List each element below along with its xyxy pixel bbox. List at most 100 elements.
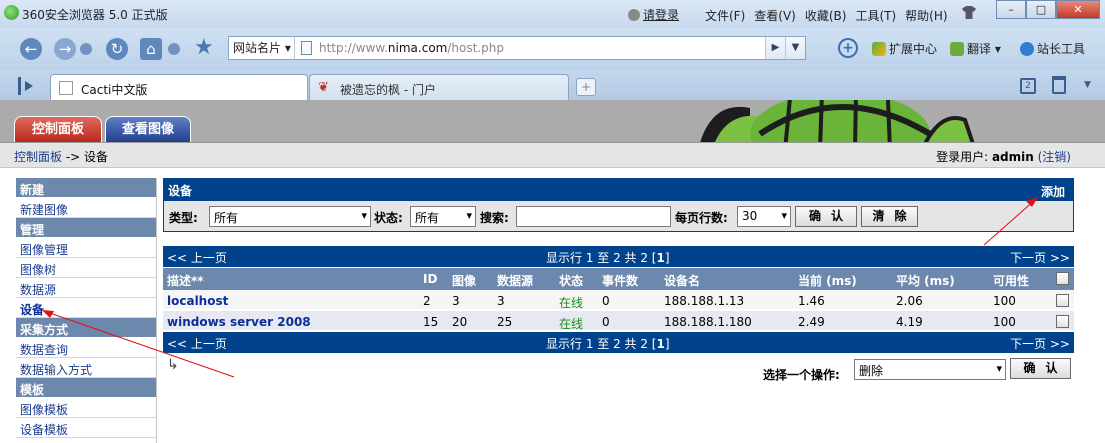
col-current-ms[interactable]: 当前 (ms) (798, 272, 857, 289)
extension-icon (872, 42, 886, 56)
trash-icon[interactable] (1052, 76, 1066, 94)
pager-info: 显示行 1 至 2 共 2 [1] (546, 335, 670, 352)
prev-page-link[interactable]: << 上一页 (167, 335, 227, 352)
tab-graphs[interactable]: 查看图像 (105, 116, 191, 142)
menu-link[interactable]: 设备模板 (20, 423, 68, 437)
col-hostname[interactable]: 设备名 (664, 272, 700, 289)
clear-button[interactable]: 清除 (861, 206, 918, 227)
menu-link[interactable]: 图像管理 (20, 243, 68, 257)
menu-item-devices[interactable]: 设备 (16, 298, 156, 318)
action-select[interactable]: 删除 (854, 359, 1006, 380)
menu-link[interactable]: 新建图像 (20, 203, 68, 217)
menu-bar: 文件(F) 查看(V) 收藏(B) 工具(T) 帮助(H) (705, 7, 957, 24)
cell-id: 15 (423, 315, 439, 329)
row-checkbox[interactable] (1056, 315, 1069, 328)
breadcrumb-console-link[interactable]: 控制面板 (14, 150, 62, 164)
refresh-icon[interactable]: ↻ (106, 38, 128, 60)
forward-arrow-icon[interactable]: → (54, 38, 76, 60)
address-bar[interactable]: 网站名片 ▾ http://www.nima.com/host.php ▼ ▶ (228, 36, 806, 60)
filter-header: 设备 添加 (164, 179, 1073, 201)
history-dropdown-icon[interactable] (80, 43, 92, 55)
address-dropdown-icon[interactable]: ▼ (785, 37, 805, 59)
device-description-link[interactable]: windows server 2008 (167, 315, 311, 329)
col-availability[interactable]: 可用性 (993, 272, 1029, 289)
site-card-button[interactable]: 网站名片 ▾ (229, 37, 295, 59)
col-data-sources[interactable]: 数据源 (497, 272, 533, 289)
home-icon[interactable]: ⌂ (140, 38, 162, 60)
menu-item-data-queries[interactable]: 数据查询 (16, 338, 156, 358)
table-row[interactable]: windows server 2008 15 20 25 在线 0 188.18… (163, 311, 1074, 331)
menu-help[interactable]: 帮助(H) (905, 9, 947, 23)
close-button[interactable]: ✕ (1056, 0, 1100, 19)
menu-item-graph-trees[interactable]: 图像树 (16, 258, 156, 278)
search-label: 搜索: (480, 211, 509, 225)
row-checkbox[interactable] (1056, 294, 1069, 307)
menu-link[interactable]: 设备 (20, 303, 44, 317)
col-description[interactable]: 描述** (167, 272, 204, 289)
menu-link[interactable]: 数据查询 (20, 343, 68, 357)
extension-center-button[interactable]: 扩展中心 (872, 40, 937, 57)
menu-item-host-templates[interactable]: 设备模板 (16, 418, 156, 438)
add-device-link[interactable]: 添加 (1041, 183, 1065, 200)
table-row[interactable]: localhost 2 3 3 在线 0 188.188.1.13 1.46 2… (163, 290, 1074, 310)
menu-tools[interactable]: 工具(T) (855, 9, 896, 23)
menu-item-data-input-methods[interactable]: 数据输入方式 (16, 358, 156, 378)
col-id[interactable]: ID (423, 272, 437, 286)
col-average-ms[interactable]: 平均 (ms) (896, 272, 955, 289)
menu-link[interactable]: 数据源 (20, 283, 56, 297)
security-shield-icon[interactable]: + (838, 38, 858, 58)
go-button[interactable]: 确认 (795, 206, 857, 227)
translate-button[interactable]: 翻译 ▾ (950, 40, 1001, 57)
webmaster-tools-button[interactable]: 站长工具 (1020, 40, 1085, 57)
menu-item-data-sources[interactable]: 数据源 (16, 278, 156, 298)
skin-icon[interactable] (962, 6, 976, 19)
maximize-button[interactable]: □ (1026, 0, 1056, 19)
go-icon[interactable]: ▶ (765, 37, 785, 59)
logout-link[interactable]: (注销) (1038, 150, 1071, 164)
menu-item-graph-management[interactable]: 图像管理 (16, 238, 156, 258)
sidebar-toggle-icon[interactable] (18, 77, 38, 95)
minimize-button[interactable]: – (996, 0, 1026, 19)
col-event-count[interactable]: 事件数 (602, 272, 638, 289)
tab-cacti[interactable]: Cacti中文版 (50, 74, 308, 100)
action-go-button[interactable]: 确认 (1010, 358, 1071, 379)
user-icon (628, 9, 640, 21)
user-name: admin (991, 150, 1034, 164)
prev-page-link[interactable]: << 上一页 (167, 249, 227, 266)
menu-link[interactable]: 数据输入方式 (20, 363, 92, 377)
type-select[interactable]: 所有 (209, 206, 371, 227)
menu-link[interactable]: 图像树 (20, 263, 56, 277)
tab-console[interactable]: 控制面板 (14, 116, 102, 142)
menu-file[interactable]: 文件(F) (705, 9, 745, 23)
menu-link[interactable]: 图像模板 (20, 403, 68, 417)
search-input[interactable] (516, 206, 671, 227)
tab-portal[interactable]: ❦ 被遗忘的枫 - 门户 (309, 74, 569, 100)
favorite-star-icon[interactable]: ★ (194, 37, 214, 59)
back-arrow-icon[interactable]: ← (20, 38, 42, 60)
menu-item-new-graphs[interactable]: 新建图像 (16, 198, 156, 218)
cacti-header: 控制面板 查看图像 (0, 100, 1105, 142)
cell-availability: 100 (993, 294, 1016, 308)
next-page-link[interactable]: 下一页 >> (1010, 249, 1070, 266)
cell-hostname: 188.188.1.180 (664, 315, 752, 329)
pager-range: 显示行 1 至 2 共 2 [ (546, 251, 657, 265)
url-text[interactable]: http://www.nima.com/host.php (319, 41, 504, 55)
pager-top: << 上一页 显示行 1 至 2 共 2 [1] 下一页 >> (163, 246, 1074, 267)
login-link[interactable]: 请登录 (628, 6, 679, 23)
home-dropdown-icon[interactable] (168, 43, 180, 55)
new-tab-button[interactable]: + (576, 78, 596, 96)
next-page-link[interactable]: 下一页 >> (1010, 335, 1070, 352)
tab-menu-dropdown-icon[interactable]: ▼ (1084, 80, 1091, 90)
menu-item-graph-templates[interactable]: 图像模板 (16, 398, 156, 418)
rows-per-page-select[interactable]: 30 (737, 206, 791, 227)
menu-view[interactable]: 查看(V) (754, 9, 796, 23)
status-select[interactable]: 所有 (410, 206, 476, 227)
menu-favorites[interactable]: 收藏(B) (805, 9, 847, 23)
user-label: 登录用户: (936, 150, 992, 164)
tab-count-icon[interactable]: 2 (1020, 78, 1036, 94)
col-graphs[interactable]: 图像 (452, 272, 476, 289)
col-status[interactable]: 状态 (559, 272, 583, 289)
translate-icon (950, 42, 964, 56)
device-description-link[interactable]: localhost (167, 294, 228, 308)
select-all-checkbox[interactable] (1056, 272, 1069, 285)
